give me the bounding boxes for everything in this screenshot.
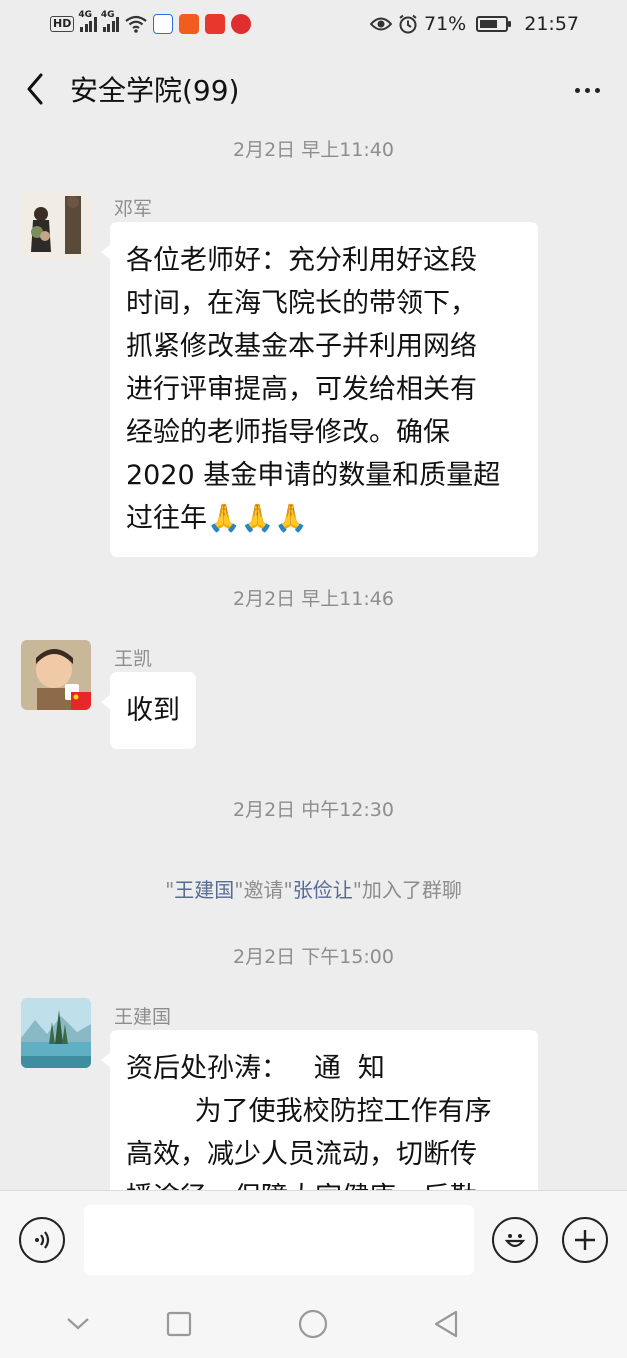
message-text: 各位老师好：充分利用好这段 时间，在海飞院长的带领下， 抓紧修改基金本子并利用网… [126,245,501,534]
message-bubble[interactable]: 收到 [101,672,196,749]
battery-icon [476,16,512,32]
status-bar: HD 4G 4G 71% 21:57 [0,0,627,48]
timestamp: 2月2日 早上11:40 [233,139,394,161]
avatar-image [21,998,91,1068]
triangle-back-icon [434,1310,458,1338]
system-quote: " [165,878,175,902]
smiley-icon [504,1234,526,1248]
eye-icon [370,17,392,31]
system-back-button[interactable] [430,1308,462,1340]
voice-icon [35,1231,50,1249]
message-input[interactable] [84,1205,474,1275]
chat-header: 安全学院(99) [0,48,627,130]
system-text: "加入了群聊 [352,878,462,902]
battery-fill [480,20,498,28]
voice-input-button[interactable] [19,1217,65,1263]
timestamp: 2月2日 早上11:46 [233,588,394,610]
message-list[interactable]: 2月2日 早上11:40 邓军 各位老师好：充分利用好这段 时间，在海飞院长的带… [0,130,627,1190]
plus-icon [575,1230,595,1250]
hd-indicator: HD [50,16,75,32]
recents-button[interactable] [163,1308,195,1340]
more-functions-button[interactable] [562,1217,608,1263]
timestamp: 2月2日 下午15:00 [233,946,394,968]
wifi-icon [125,15,148,33]
inviter-name-link[interactable]: 王建国 [174,878,234,902]
avatar-image [21,190,91,260]
back-button[interactable] [0,48,70,130]
baidu-app-icon [153,14,174,34]
chevron-down-icon [67,1318,89,1330]
status-left: HD 4G 4G [50,10,252,34]
message-text: 收到 [126,695,180,726]
input-bar [0,1190,627,1290]
paper-plane-app-icon [179,14,200,34]
circle-icon [298,1309,328,1339]
chevron-left-icon [27,73,43,105]
square-icon [166,1311,192,1337]
hide-keyboard-button[interactable] [62,1308,94,1340]
toutiao-app-icon [205,14,226,34]
system-navigation-bar [0,1290,627,1358]
sender-name: 王建国 [114,1006,172,1028]
more-dot-icon [594,87,600,93]
signal-icon-2: 4G [101,10,120,32]
invitee-name-link[interactable]: 张俭让 [293,878,353,902]
sender-name: 王凯 [114,648,153,670]
more-dot-icon [584,87,590,93]
timestamp: 2月2日 中午12:30 [233,799,394,821]
system-text: "邀请" [234,878,293,902]
message-bubble[interactable]: 各位老师好：充分利用好这段 时间，在海飞院长的带领下， 抓紧修改基金本子并利用网… [101,222,538,557]
battery-percent: 71% [424,13,467,35]
more-options-button[interactable] [565,68,609,112]
sender-name: 邓军 [114,198,153,220]
more-dot-icon [574,87,580,93]
home-button[interactable] [297,1308,329,1340]
avatar-dengjun[interactable] [21,190,91,260]
message-bubble[interactable]: 资后处孙涛： 通 知 为了使我校防控工作有序 高效，减少人员流动，切断传 播途径… [101,1030,538,1190]
avatar-wangkai[interactable] [21,640,91,710]
clock: 21:57 [524,13,579,35]
network-gen-label-2: 4G [100,10,115,20]
message-text: 资后处孙涛： 通 知 为了使我校防控工作有序 高效，减少人员流动，切断传 播途径… [126,1053,492,1190]
avatar-wangjianguo[interactable] [21,998,91,1068]
signal-icon: 4G [78,10,97,32]
alarm-icon [399,14,417,34]
network-gen-label: 4G [78,10,92,20]
chat-title: 安全学院(99) [70,74,240,107]
red-app-icon [231,14,252,34]
emoji-button[interactable] [492,1217,538,1263]
avatar-image [21,640,91,710]
system-notice: "王建国"邀请"张俭让"加入了群聊 [0,874,627,903]
status-right: 71% 21:57 [370,13,579,35]
